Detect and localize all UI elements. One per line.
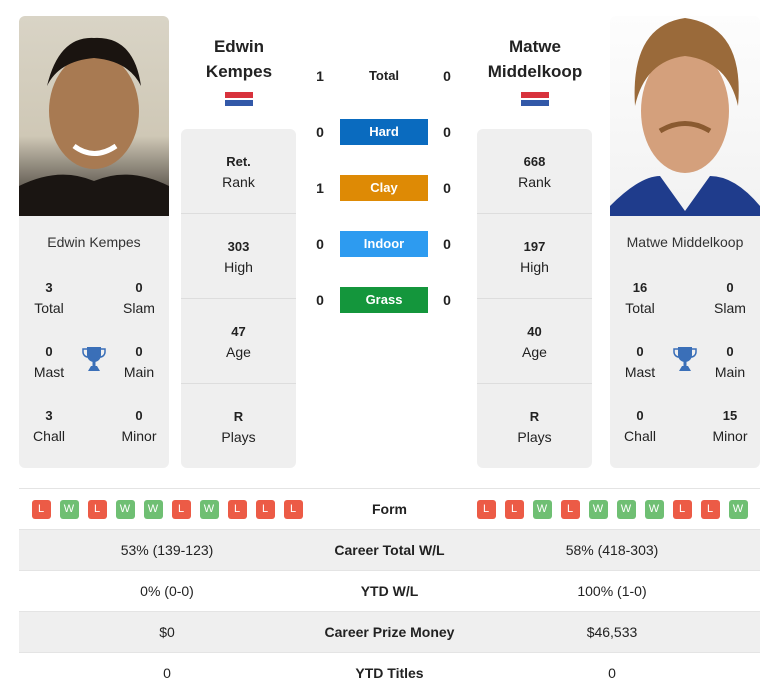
ytd-titles-row: 0 YTD Titles 0 [19,652,760,693]
form-win-badge[interactable]: W [143,499,163,519]
player2-high: 197 High [477,214,592,299]
form-label: Form [372,501,407,517]
trophy-icon [673,347,697,371]
h2h-clay-p2: 0 [443,180,451,196]
h2h-hard-p2: 0 [443,124,451,140]
form-win-badge[interactable]: W [728,499,748,519]
surface-grass-badge[interactable]: Grass [340,287,428,313]
form-loss-badge[interactable]: L [283,499,303,519]
player1-high: 303 High [181,214,296,299]
player1-form: LWLWWLWLLL [19,499,315,519]
player1-rank: Ret. Rank [181,129,296,214]
player2-prize-money: $46,533 [586,624,638,640]
h2h-grass-row: 0 Grass 0 [305,287,465,313]
player2-ytd-titles: 0 [608,665,616,681]
player2-stats: 668 Rank 197 High 40 Age R Plays [477,129,592,468]
prize-money-row: $0 Career Prize Money $46,533 [19,611,760,652]
player1-titles-card: Edwin Kempes 3 Total 0 Slam 0 Mast 0 Main 3C… [19,216,169,468]
surface-hard-badge[interactable]: Hard [340,119,428,145]
player1-total-titles: 3 Total [34,280,64,316]
h2h-clay-row: 1 Clay 0 [305,175,465,201]
form-loss-badge[interactable]: L [255,499,275,519]
h2h-clay-p1: 1 [316,180,324,196]
player2-form: LLWLWWWLLW [464,499,760,519]
player2-plays: R Plays [517,409,552,445]
form-win-badge[interactable]: W [115,499,135,519]
player1-age: 47 Age [181,299,296,384]
player2-full-name: Matwe Middelkoop [626,234,744,250]
form-loss-badge[interactable]: L [504,499,524,519]
form-win-badge[interactable]: W [199,499,219,519]
h2h-grass-p2: 0 [443,292,451,308]
player1-main-titles: 0 Main [123,344,155,380]
player2-slam-titles: 0 Slam [714,280,746,316]
netherlands-flag-icon [521,92,549,112]
form-loss-badge[interactable]: L [476,499,496,519]
player2-age: 40 Age [477,299,592,384]
comparison-table: LWLWWLWLLL Form LLWLWWWLLW 53% (139-123)… [19,488,760,693]
h2h-total-p1: 1 [316,68,324,84]
player2-total-titles: 16 Total [625,280,655,316]
form-loss-badge[interactable]: L [31,499,51,519]
trophy-icon [82,347,106,371]
player2-photo [610,16,760,216]
form-loss-badge[interactable]: L [672,499,692,519]
form-loss-badge[interactable]: L [227,499,247,519]
ytd-titles-label: YTD Titles [355,665,424,681]
player1-chall-titles: 3 Chall [33,408,65,444]
ytd-wl-row: 0% (0-0) YTD W/L 100% (1-0) [19,570,760,611]
player2-career-wl: 58% (418-303) [565,542,659,558]
player1-ytd-titles: 0 [163,665,171,681]
player2-titles-card: Matwe Middelkoop 16 Total 0 Slam 0 Mast 0 Ma… [610,216,760,468]
form-win-badge[interactable]: W [588,499,608,519]
player1-career-wl: 53% (139-123) [120,542,214,558]
player1-ytd-wl: 0% (0-0) [140,583,194,599]
player2-mast-titles: 0 Mast [624,344,656,380]
h2h-indoor-p1: 0 [316,236,324,252]
player1-mast-titles: 0 Mast [33,344,65,380]
form-win-badge[interactable]: W [616,499,636,519]
form-win-badge[interactable]: W [532,499,552,519]
form-loss-badge[interactable]: L [700,499,720,519]
career-wl-label: Career Total W/L [334,542,445,558]
ytd-wl-label: YTD W/L [360,583,419,599]
player2-ytd-wl: 100% (1-0) [577,583,647,599]
player2-rank: 668 Rank [477,129,592,214]
form-win-badge[interactable]: W [59,499,79,519]
h2h-total-label: Total [368,68,400,83]
form-loss-badge[interactable]: L [87,499,107,519]
form-row: LWLWWLWLLL Form LLWLWWWLLW [19,488,760,529]
player1-name[interactable]: Edwin Kempes [179,34,299,84]
career-wl-row: 53% (139-123) Career Total W/L 58% (418-… [19,529,760,570]
surface-indoor-badge[interactable]: Indoor [340,231,428,257]
player1-prize-money: $0 [159,624,175,640]
player1-minor-titles: 0 Minor [121,408,157,444]
player1-photo [19,16,169,216]
player2-minor-titles: 15 Minor [712,408,748,444]
player2-name[interactable]: Matwe Middelkoop [475,34,595,84]
h2h-indoor-p2: 0 [443,236,451,252]
h2h-hard-p1: 0 [316,124,324,140]
form-loss-badge[interactable]: L [171,499,191,519]
surface-clay-badge[interactable]: Clay [340,175,428,201]
player1-full-name: Edwin Kempes [47,234,141,250]
form-win-badge[interactable]: W [644,499,664,519]
netherlands-flag-icon [225,92,253,112]
prize-money-label: Career Prize Money [324,624,455,640]
player1-plays: R Plays [221,409,256,445]
h2h-grass-p1: 0 [316,292,324,308]
h2h-hard-row: 0 Hard 0 [305,119,465,145]
h2h-total-p2: 0 [443,68,451,84]
player1-stats: Ret. Rank 303 High 47 Age R Plays [181,129,296,468]
player2-main-titles: 0 Main [714,344,746,380]
h2h-indoor-row: 0 Indoor 0 [305,231,465,257]
player2-chall-titles: 0 Chall [624,408,656,444]
player1-slam-titles: 0 Slam [123,280,155,316]
h2h-total-row: 1 Total 0 [305,63,465,89]
form-loss-badge[interactable]: L [560,499,580,519]
